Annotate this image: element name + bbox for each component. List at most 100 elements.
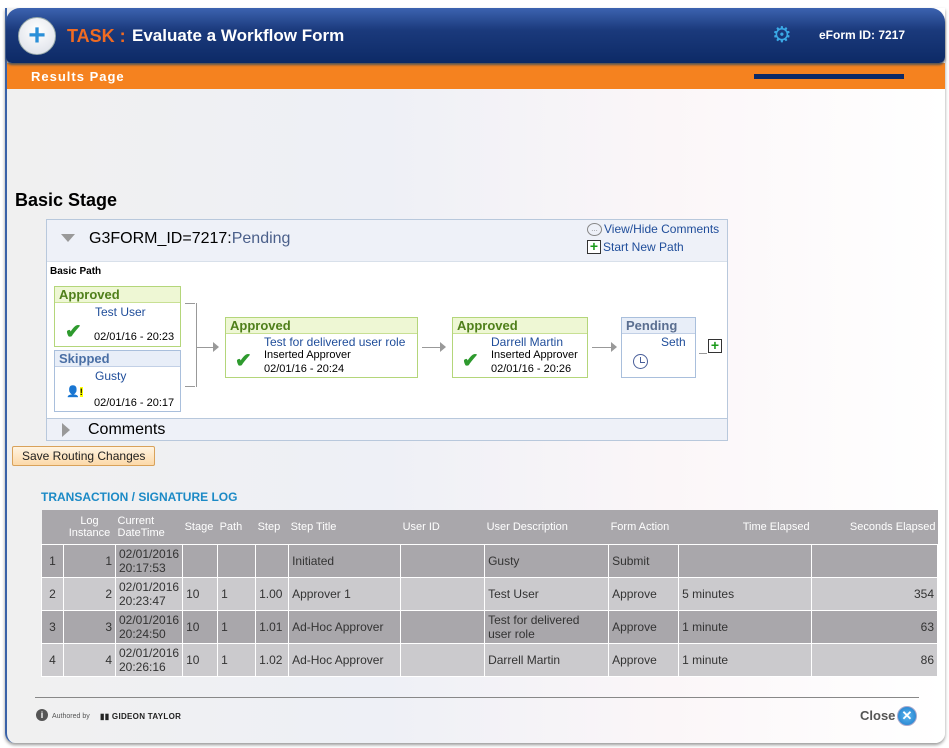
col-header: Step — [255, 510, 289, 544]
node-status: Pending — [622, 318, 695, 334]
gear-icon[interactable]: ⚙ — [772, 22, 792, 48]
seconds-elapsed-cell: 63 — [811, 609, 938, 644]
routing-panel: G3FORM_ID=7217:Pending … View/Hide Comme… — [46, 219, 728, 441]
path-cell: 1 — [217, 576, 257, 611]
connector — [699, 353, 707, 354]
step-title-cell: Initiated — [288, 543, 402, 578]
node-approver[interactable]: Seth — [661, 335, 686, 349]
time-elapsed-cell: 1 minute — [678, 609, 813, 644]
seconds-elapsed-cell: 86 — [811, 642, 938, 677]
table-row: 4 4 02/01/2016 20:26:16 10 1 1.02 Ad-Hoc… — [41, 642, 938, 677]
path-label: Basic Path — [50, 266, 102, 277]
step-cell — [255, 543, 290, 578]
current-datetime: 02/01/2016 20:23:47 — [114, 576, 184, 611]
form-id: G3FORM_ID=7217: — [89, 230, 232, 247]
user-id-cell — [400, 543, 486, 578]
connector — [422, 347, 440, 348]
step-cell: 1.02 — [255, 642, 290, 677]
page-subtitle: Results Page — [31, 69, 125, 84]
form-action-cell: Approve — [608, 609, 680, 644]
col-header: User Description — [484, 510, 609, 544]
table-row: 3 3 02/01/2016 20:24:50 10 1 1.01 Ad-Hoc… — [41, 609, 938, 644]
form-action-cell: Approve — [608, 576, 680, 611]
step-title-cell: Approver 1 — [288, 576, 402, 611]
user-id-cell — [400, 642, 486, 677]
route-node[interactable]: Pending Seth — [621, 317, 696, 378]
node-status: Skipped — [55, 351, 180, 367]
current-datetime: 02/01/2016 20:24:50 — [114, 609, 184, 644]
save-routing-button[interactable]: Save Routing Changes — [12, 446, 156, 466]
connector — [185, 303, 195, 304]
step-cell: 1.00 — [255, 576, 290, 611]
row-number: 4 — [41, 642, 64, 677]
plus-icon[interactable]: + — [18, 17, 56, 55]
collapse-icon[interactable] — [61, 234, 75, 242]
node-approver[interactable]: Test User — [95, 305, 146, 319]
node-approver[interactable]: Darrell Martin — [491, 335, 563, 349]
add-path-icon: + — [587, 239, 601, 254]
node-subtitle: Inserted Approver — [491, 349, 578, 361]
arrow-icon — [440, 342, 446, 352]
brand-logo: ▮▮ GIDEON TAYLOR — [100, 712, 182, 721]
task-title: Evaluate a Workflow Form — [132, 26, 345, 45]
task-label: TASK : — [67, 26, 126, 46]
view-hide-comments-link[interactable]: … View/Hide Comments — [587, 222, 719, 236]
node-approver[interactable]: Test for delivered user role — [264, 335, 405, 349]
path-cell: 1 — [217, 609, 257, 644]
check-icon: ✔ — [235, 350, 252, 372]
comment-bubble-icon: … — [587, 222, 602, 236]
table-header-row: Log Instance Current DateTime Stage Path… — [41, 510, 938, 544]
step-title-cell: Ad-Hoc Approver — [288, 609, 402, 644]
info-icon[interactable]: i — [36, 709, 48, 721]
node-status: Approved — [226, 318, 417, 334]
expand-icon[interactable] — [62, 423, 70, 437]
connector — [592, 347, 612, 348]
add-step-icon[interactable]: + — [708, 338, 722, 353]
form-action-cell: Approve — [608, 642, 680, 677]
comments-section[interactable]: Comments — [47, 418, 727, 440]
close-label[interactable]: Close — [860, 708, 895, 723]
step-title-cell: Ad-Hoc Approver — [288, 642, 402, 677]
route-node[interactable]: Approved Test for delivered user role ✔ … — [225, 317, 418, 378]
close-icon[interactable]: ✕ — [897, 706, 917, 726]
col-header: User ID — [400, 510, 485, 544]
connector — [196, 303, 197, 387]
stage-title: Basic Stage — [15, 190, 118, 210]
route-node[interactable]: Approved Darrell Martin ✔ Inserted Appro… — [452, 317, 588, 378]
log-instance: 2 — [63, 576, 116, 611]
form-action-cell: Submit — [608, 543, 680, 578]
path-cell: 1 — [217, 642, 257, 677]
user-id-cell — [400, 609, 486, 644]
route-node[interactable]: Skipped Gusty 👤! 02/01/16 - 20:17 — [54, 350, 181, 412]
row-number: 2 — [41, 576, 64, 611]
connector — [185, 386, 195, 387]
comments-label: Comments — [88, 421, 166, 438]
eform-id: eForm ID: 7217 — [819, 28, 906, 42]
row-number: 1 — [41, 543, 64, 578]
clock-icon — [633, 354, 648, 369]
col-header: Seconds Elapsed — [811, 510, 938, 544]
col-header: Path — [217, 510, 256, 544]
col-header: Stage — [182, 510, 218, 544]
route-node[interactable]: Approved Test User ✔ 02/01/16 - 20:23 — [54, 286, 181, 347]
view-hide-comments-label[interactable]: View/Hide Comments — [604, 222, 719, 236]
table-row: 1 1 02/01/2016 20:17:53 Initiated Gusty … — [41, 543, 938, 578]
col-header — [41, 510, 64, 544]
node-approver[interactable]: Gusty — [95, 369, 126, 383]
node-date: 02/01/16 - 20:23 — [94, 331, 175, 343]
start-new-path-label[interactable]: Start New Path — [603, 240, 684, 254]
log-instance: 3 — [63, 609, 116, 644]
current-datetime: 02/01/2016 20:26:16 — [114, 642, 184, 677]
table-row: 2 2 02/01/2016 20:23:47 10 1 1.00 Approv… — [41, 576, 938, 611]
footer-divider — [35, 697, 919, 698]
routing-header: G3FORM_ID=7217:Pending … View/Hide Comme… — [47, 220, 727, 262]
col-header: Form Action — [608, 510, 679, 544]
form-status: Pending — [231, 230, 291, 247]
step-cell: 1.01 — [255, 609, 290, 644]
col-header: Time Elapsed — [678, 510, 812, 544]
user-description-cell: Test User — [484, 576, 610, 611]
time-elapsed-cell: 5 minutes — [678, 576, 813, 611]
log-title: TRANSACTION / SIGNATURE LOG — [41, 490, 238, 504]
stage-cell: 10 — [182, 642, 219, 677]
start-new-path-link[interactable]: + Start New Path — [587, 239, 684, 254]
